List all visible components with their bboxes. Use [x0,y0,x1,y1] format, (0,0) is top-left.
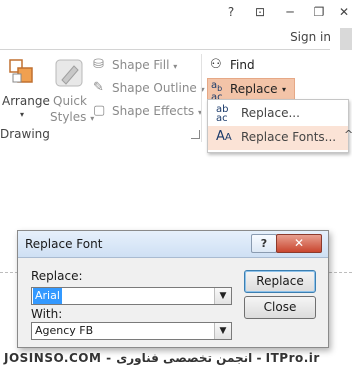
shape-effects-label: Shape Effects ▾ [112,104,202,118]
pen-outline-icon: ✎ [93,80,104,95]
collapse-ribbon-icon[interactable]: ^ [344,128,352,141]
menu-item-replace-fonts-label: Replace Fonts... [241,130,337,144]
shape-fill-button[interactable]: ⛁ Shape Fill ▾ [93,57,203,75]
quick-styles-icon [55,59,83,87]
help-button[interactable]: ? [217,2,245,22]
quick-styles-label-line1: Quick [53,94,87,108]
find-label: Find [230,58,255,72]
watermark-text: JOSINSO.COM - انجمن تخصصی فناوری - ITPro… [4,351,320,365]
replace-combo-arrow-icon[interactable]: ▼ [214,288,231,304]
quick-styles-label-line2: Styles ▾ [50,110,95,124]
menu-item-replace-label: Replace... [241,106,300,120]
drawing-dialog-launcher-icon[interactable] [191,130,200,139]
arrange-icon [9,59,33,83]
ribbon-border [0,49,330,50]
replace-field-label: Replace: [31,269,83,283]
shape-fill-label: Shape Fill ▾ [112,58,178,72]
account-avatar[interactable] [340,28,352,50]
dialog-title: Replace Font [25,237,103,251]
replace-button[interactable]: Replace [244,270,316,293]
close-button[interactable]: Close [244,296,316,319]
shape-effects-icon: ▢ [93,103,106,118]
restore-button[interactable]: ❐ [305,2,333,22]
with-font-value: Agency FB [35,324,94,337]
arrange-label: Arrange [2,94,50,108]
paint-bucket-icon: ⛁ [93,57,104,72]
replace-font-combo[interactable]: Arial ▼ [31,287,232,305]
dialog-help-button[interactable]: ? [251,234,277,253]
quick-styles-button[interactable]: Quick Styles ▾ [50,54,94,124]
close-window-button[interactable]: ✕ [330,2,352,22]
menu-item-replace[interactable]: ab ac Replace... [208,102,348,126]
group-separator [201,54,202,142]
find-button[interactable]: ⚇ Find [208,57,268,75]
with-field-label: With: [31,307,63,321]
arrange-button[interactable]: Arrange ▾ [0,54,50,124]
replace-font-value: Arial [33,288,62,304]
replace-font-dialog: Replace Font ? ✕ Replace: Arial ▼ With: … [17,230,329,348]
shape-effects-button[interactable]: ▢ Shape Effects ▾ [93,103,203,121]
replace-small-icon: ab ac [216,104,229,124]
ribbon-display-icon: ⊡ [254,5,266,19]
minimize-button[interactable]: ─ [276,2,304,22]
replace-label: Replace [230,82,278,96]
replace-dropdown-button[interactable]: ab ac Replace ▾ [207,78,295,103]
sign-in-link[interactable]: Sign in [290,30,331,44]
replace-fonts-icon: AA [216,129,232,144]
ribbon-display-options-button[interactable]: ⊡ [246,2,274,22]
shape-outline-button[interactable]: ✎ Shape Outline ▾ [93,80,205,98]
shape-outline-label: Shape Outline ▾ [112,81,205,95]
replace-dropdown-arrow-icon: ▾ [282,85,287,94]
dialog-close-button[interactable]: ✕ [276,234,322,253]
replace-dropdown-menu: ab ac Replace... AA Replace Fonts... [207,99,349,153]
with-combo-arrow-icon[interactable]: ▼ [214,323,231,339]
drawing-group-label: Drawing [0,127,50,141]
arrange-chevron-icon: ▾ [20,110,25,119]
menu-item-replace-fonts[interactable]: AA Replace Fonts... [208,126,348,150]
binoculars-icon: ⚇ [210,57,222,72]
dialog-titlebar[interactable]: Replace Font ? ✕ [18,231,328,258]
with-font-combo[interactable]: Agency FB ▼ [31,322,232,340]
